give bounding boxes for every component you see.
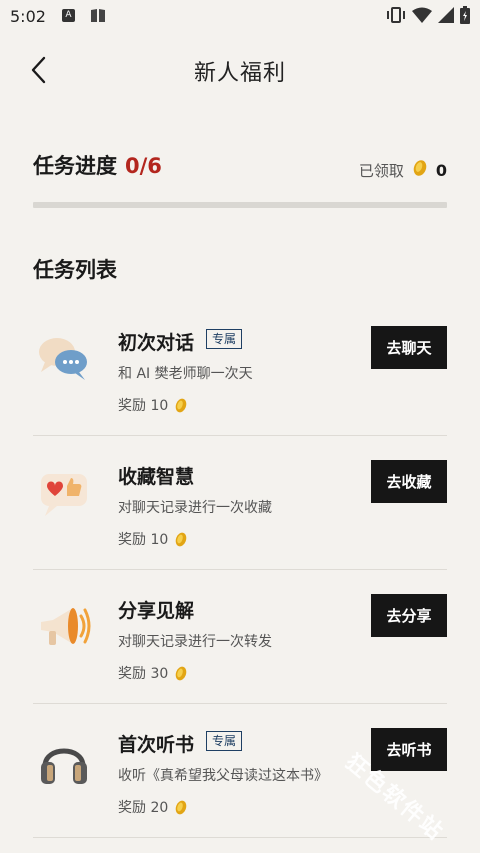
progress-label: 任务进度 bbox=[33, 154, 117, 178]
coin-icon bbox=[175, 666, 187, 680]
go-collect-button[interactable]: 去收藏 bbox=[371, 460, 447, 503]
claimed-coins: 已领取 0 bbox=[359, 158, 447, 182]
status-icons bbox=[386, 6, 470, 28]
reward-label: 奖励 30 bbox=[118, 666, 169, 682]
task-description: 对聊天记录进行一次收藏 bbox=[118, 500, 272, 516]
status-bar: 5:02 A bbox=[0, 0, 480, 32]
coin-icon bbox=[175, 532, 187, 546]
task-description: 收听《真希望我父母读过这本书》 bbox=[118, 768, 328, 784]
task-name: 收藏智慧 bbox=[118, 466, 195, 488]
task-reward: 奖励 10 bbox=[118, 529, 188, 549]
heart-thumbs-up-icon bbox=[35, 464, 93, 522]
task-item-collect: 收藏智慧 对聊天记录进行一次收藏 奖励 10 去收藏 bbox=[33, 436, 447, 570]
task-name: 分享见解 bbox=[118, 600, 195, 622]
progress-value: 0/6 bbox=[125, 154, 162, 178]
progress-bar bbox=[33, 202, 447, 208]
task-progress: 任务进度 0/6 已领取 0 bbox=[33, 150, 447, 180]
go-share-button[interactable]: 去分享 bbox=[371, 594, 447, 637]
task-list-title: 任务列表 bbox=[33, 258, 117, 282]
exclusive-badge: 专属 bbox=[206, 329, 243, 349]
task-name: 首次听书 bbox=[118, 734, 195, 756]
status-time: 5:02 bbox=[10, 7, 46, 26]
notification-a-icon: A bbox=[62, 9, 75, 22]
task-reward: 奖励 30 bbox=[118, 663, 188, 683]
reward-label: 奖励 10 bbox=[118, 532, 169, 548]
task-list: 初次对话 专属 和 AI 樊老师聊一次天 奖励 10 去聊天 收藏智慧 对聊天记… bbox=[33, 302, 447, 838]
signal-icon bbox=[438, 7, 454, 27]
claimed-value: 0 bbox=[435, 160, 447, 180]
task-reward: 奖励 10 bbox=[118, 395, 188, 415]
wifi-icon bbox=[412, 7, 432, 27]
claimed-label: 已领取 bbox=[358, 161, 404, 180]
battery-icon bbox=[460, 6, 470, 28]
coin-icon bbox=[175, 398, 187, 412]
page-title: 新人福利 bbox=[193, 61, 286, 86]
task-item-share: 分享见解 对聊天记录进行一次转发 奖励 30 去分享 bbox=[33, 570, 447, 704]
reward-label: 奖励 10 bbox=[118, 398, 169, 414]
task-description: 和 AI 樊老师聊一次天 bbox=[118, 366, 253, 382]
task-item-first-chat: 初次对话 专属 和 AI 樊老师聊一次天 奖励 10 去聊天 bbox=[33, 302, 447, 436]
exclusive-badge: 专属 bbox=[206, 731, 243, 751]
task-name: 初次对话 bbox=[118, 332, 195, 354]
nav-bar: 新人福利 bbox=[0, 40, 480, 100]
headphones-icon bbox=[35, 732, 93, 790]
coin-icon bbox=[412, 158, 428, 182]
task-reward: 奖励 20 bbox=[118, 797, 188, 817]
megaphone-icon bbox=[35, 598, 93, 656]
reward-label: 奖励 20 bbox=[118, 800, 169, 816]
task-description: 对聊天记录进行一次转发 bbox=[118, 634, 272, 650]
chat-bubbles-icon bbox=[35, 330, 93, 388]
notification-book-icon bbox=[90, 8, 106, 27]
vibrate-icon bbox=[386, 6, 406, 28]
coin-icon bbox=[175, 800, 187, 814]
go-chat-button[interactable]: 去聊天 bbox=[371, 326, 447, 369]
